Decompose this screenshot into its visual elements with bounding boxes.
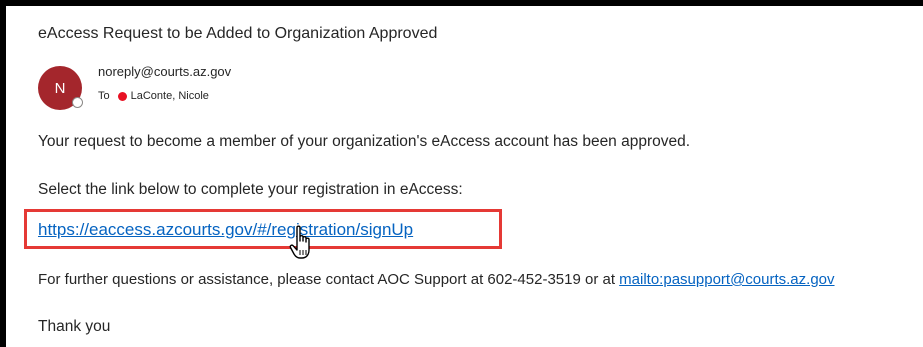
support-email-link[interactable]: mailto:pasupport@courts.az.gov (619, 271, 834, 288)
recipients-line: To LaConte, Nicole (98, 90, 209, 102)
recipient-status-icon (117, 91, 127, 101)
email-subject: eAccess Request to be Added to Organizat… (38, 25, 438, 42)
support-text: For further questions or assistance, ple… (38, 271, 620, 288)
presence-status-icon (72, 97, 83, 108)
recipient-name[interactable]: LaConte, Nicole (131, 90, 209, 102)
body-support-text: For further questions or assistance, ple… (38, 271, 835, 288)
body-approval-text: Your request to become a member of your … (38, 133, 691, 150)
email-view: eAccess Request to be Added to Organizat… (6, 6, 923, 347)
hand-pointer-icon (289, 225, 310, 259)
body-closing-text: Thank you (38, 318, 111, 335)
sender-address[interactable]: noreply@courts.az.gov (98, 64, 231, 79)
to-label: To (98, 90, 110, 102)
body-instruction-text: Select the link below to complete your r… (38, 181, 463, 198)
registration-signup-link[interactable]: https://eaccess.azcourts.gov/#/registrat… (38, 220, 413, 240)
avatar-initial: N (54, 79, 66, 97)
